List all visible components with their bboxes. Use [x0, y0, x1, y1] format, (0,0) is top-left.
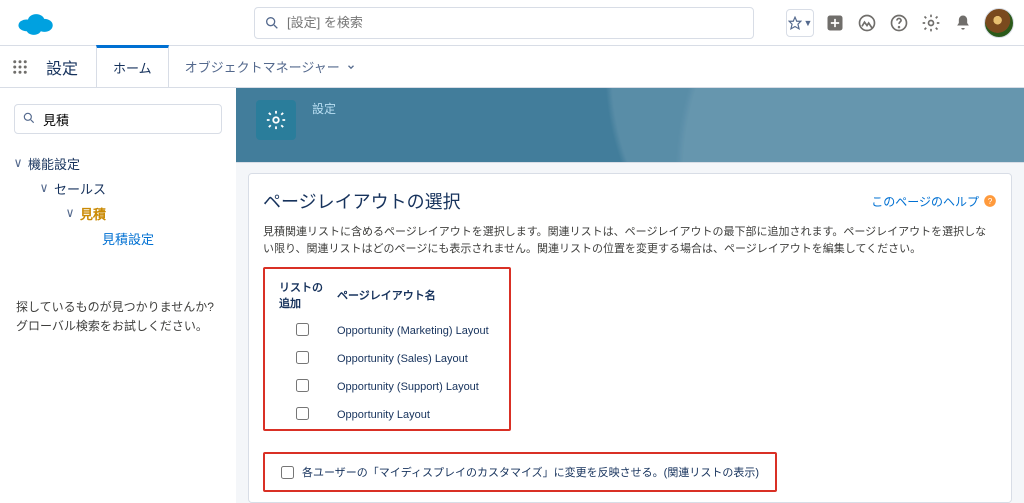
hint-line: グローバル検索をお試しください。 — [16, 317, 220, 336]
reflect-customization-label[interactable]: 各ユーザーの「マイディスプレイのカスタマイズ」に変更を反映させる。(関連リストの… — [281, 464, 759, 480]
tree-node-label: 見積 — [80, 204, 106, 223]
layout-name-cell: Opportunity Layout — [335, 401, 499, 429]
add-list-checkbox[interactable] — [296, 379, 309, 392]
tree-node-feature-settings[interactable]: ∨ 機能設定 ∨ セールス ∨ 見積 見積設定 — [8, 148, 228, 272]
add-list-checkbox[interactable] — [296, 351, 309, 364]
setup-tree: ∨ 機能設定 ∨ セールス ∨ 見積 見積設定 — [8, 148, 228, 272]
tree-node-label: 機能設定 — [28, 154, 80, 173]
search-icon — [22, 111, 36, 125]
quick-find-hint: 探しているものが見つかりませんか? グローバル検索をお試しください。 — [8, 298, 228, 336]
tab-home[interactable]: ホーム — [96, 45, 169, 87]
layout-name-cell: Opportunity (Support) Layout — [335, 373, 499, 401]
col-add-list: リストの追加 — [275, 273, 335, 317]
tab-home-label: ホーム — [113, 58, 152, 77]
table-row: Opportunity (Sales) Layout — [275, 345, 499, 373]
chevron-down-icon — [346, 62, 356, 72]
favorites-button[interactable]: ▼ — [786, 9, 814, 37]
help-link-label: このページのヘルプ — [871, 193, 979, 210]
setup-gear-icon[interactable] — [920, 12, 942, 34]
chevron-down-icon: ∨ — [12, 156, 24, 171]
panel-title: ページレイアウトの選択 — [263, 188, 461, 214]
layout-name-cell: Opportunity (Marketing) Layout — [335, 317, 499, 345]
header-actions: ▼ — [786, 8, 1014, 38]
trailhead-icon[interactable] — [856, 12, 878, 34]
page-layout-table: リストの追加 ページレイアウト名 Opportunity (Marketing)… — [275, 273, 499, 429]
salesforce-logo — [16, 10, 54, 36]
global-header: ▼ — [0, 0, 1024, 46]
tree-leaf-label: 見積設定 — [102, 232, 154, 247]
search-icon — [264, 15, 280, 31]
svg-text:?: ? — [988, 197, 993, 206]
layout-name-cell: Opportunity (Sales) Layout — [335, 345, 499, 373]
user-avatar[interactable] — [984, 8, 1014, 38]
tree-node-sales[interactable]: ∨ セールス ∨ 見積 見積設定 — [34, 173, 228, 266]
main-content: 設定 ページレイアウトの選択 このページのヘルプ ? 見積関連リストに含めるペー… — [236, 88, 1024, 503]
table-row: Opportunity (Marketing) Layout — [275, 317, 499, 345]
add-list-checkbox[interactable] — [296, 323, 309, 336]
tab-object-manager-label: オブジェクトマネージャー — [185, 57, 340, 76]
tree-node-label: セールス — [54, 179, 106, 198]
global-search — [254, 7, 754, 39]
table-row: Opportunity (Support) Layout — [275, 373, 499, 401]
setup-tile-icon — [256, 100, 296, 140]
panel-instruction: 見積関連リストに含めるページレイアウトを選択します。関連リストは、ページレイアウ… — [263, 224, 997, 257]
reflect-customization-checkbox[interactable] — [281, 466, 294, 479]
help-for-page-link[interactable]: このページのヘルプ ? — [871, 193, 997, 210]
reflect-customization-text: 各ユーザーの「マイディスプレイのカスタマイズ」に変更を反映させる。(関連リストの… — [302, 464, 759, 480]
add-list-checkbox[interactable] — [296, 407, 309, 420]
hint-line: 探しているものが見つかりませんか? — [16, 298, 220, 317]
page-layout-select-panel: ページレイアウトの選択 このページのヘルプ ? 見積関連リストに含めるページレイ… — [248, 173, 1012, 503]
tree-node-quote[interactable]: ∨ 見積 見積設定 — [60, 198, 228, 260]
context-nav: 設定 ホーム オブジェクトマネージャー — [0, 46, 1024, 88]
reflect-customization-highlight: 各ユーザーの「マイディスプレイのカスタマイズ」に変更を反映させる。(関連リストの… — [263, 452, 777, 492]
setup-tree-sidebar: ∨ 機能設定 ∨ セールス ∨ 見積 見積設定 — [0, 88, 236, 503]
notification-bell-icon[interactable] — [952, 12, 974, 34]
chevron-down-icon: ∨ — [38, 181, 50, 196]
help-icon[interactable] — [888, 12, 910, 34]
quick-find — [14, 104, 222, 134]
col-layout-name: ページレイアウト名 — [335, 273, 499, 317]
global-search-input[interactable] — [254, 7, 754, 39]
app-name: 設定 — [46, 55, 78, 79]
tab-object-manager[interactable]: オブジェクトマネージャー — [169, 46, 372, 88]
page-banner: 設定 — [236, 88, 1024, 163]
add-icon[interactable] — [824, 12, 846, 34]
table-row: Opportunity Layout — [275, 401, 499, 429]
breadcrumb-context[interactable]: 設定 — [312, 102, 336, 116]
layout-table-highlight: リストの追加 ページレイアウト名 Opportunity (Marketing)… — [263, 267, 511, 431]
app-launcher-icon[interactable] — [0, 58, 40, 76]
chevron-down-icon: ∨ — [64, 206, 76, 221]
quick-find-input[interactable] — [14, 104, 222, 134]
tree-leaf-quote-settings[interactable]: 見積設定 — [86, 223, 228, 254]
chevron-down-icon: ▼ — [804, 18, 813, 28]
